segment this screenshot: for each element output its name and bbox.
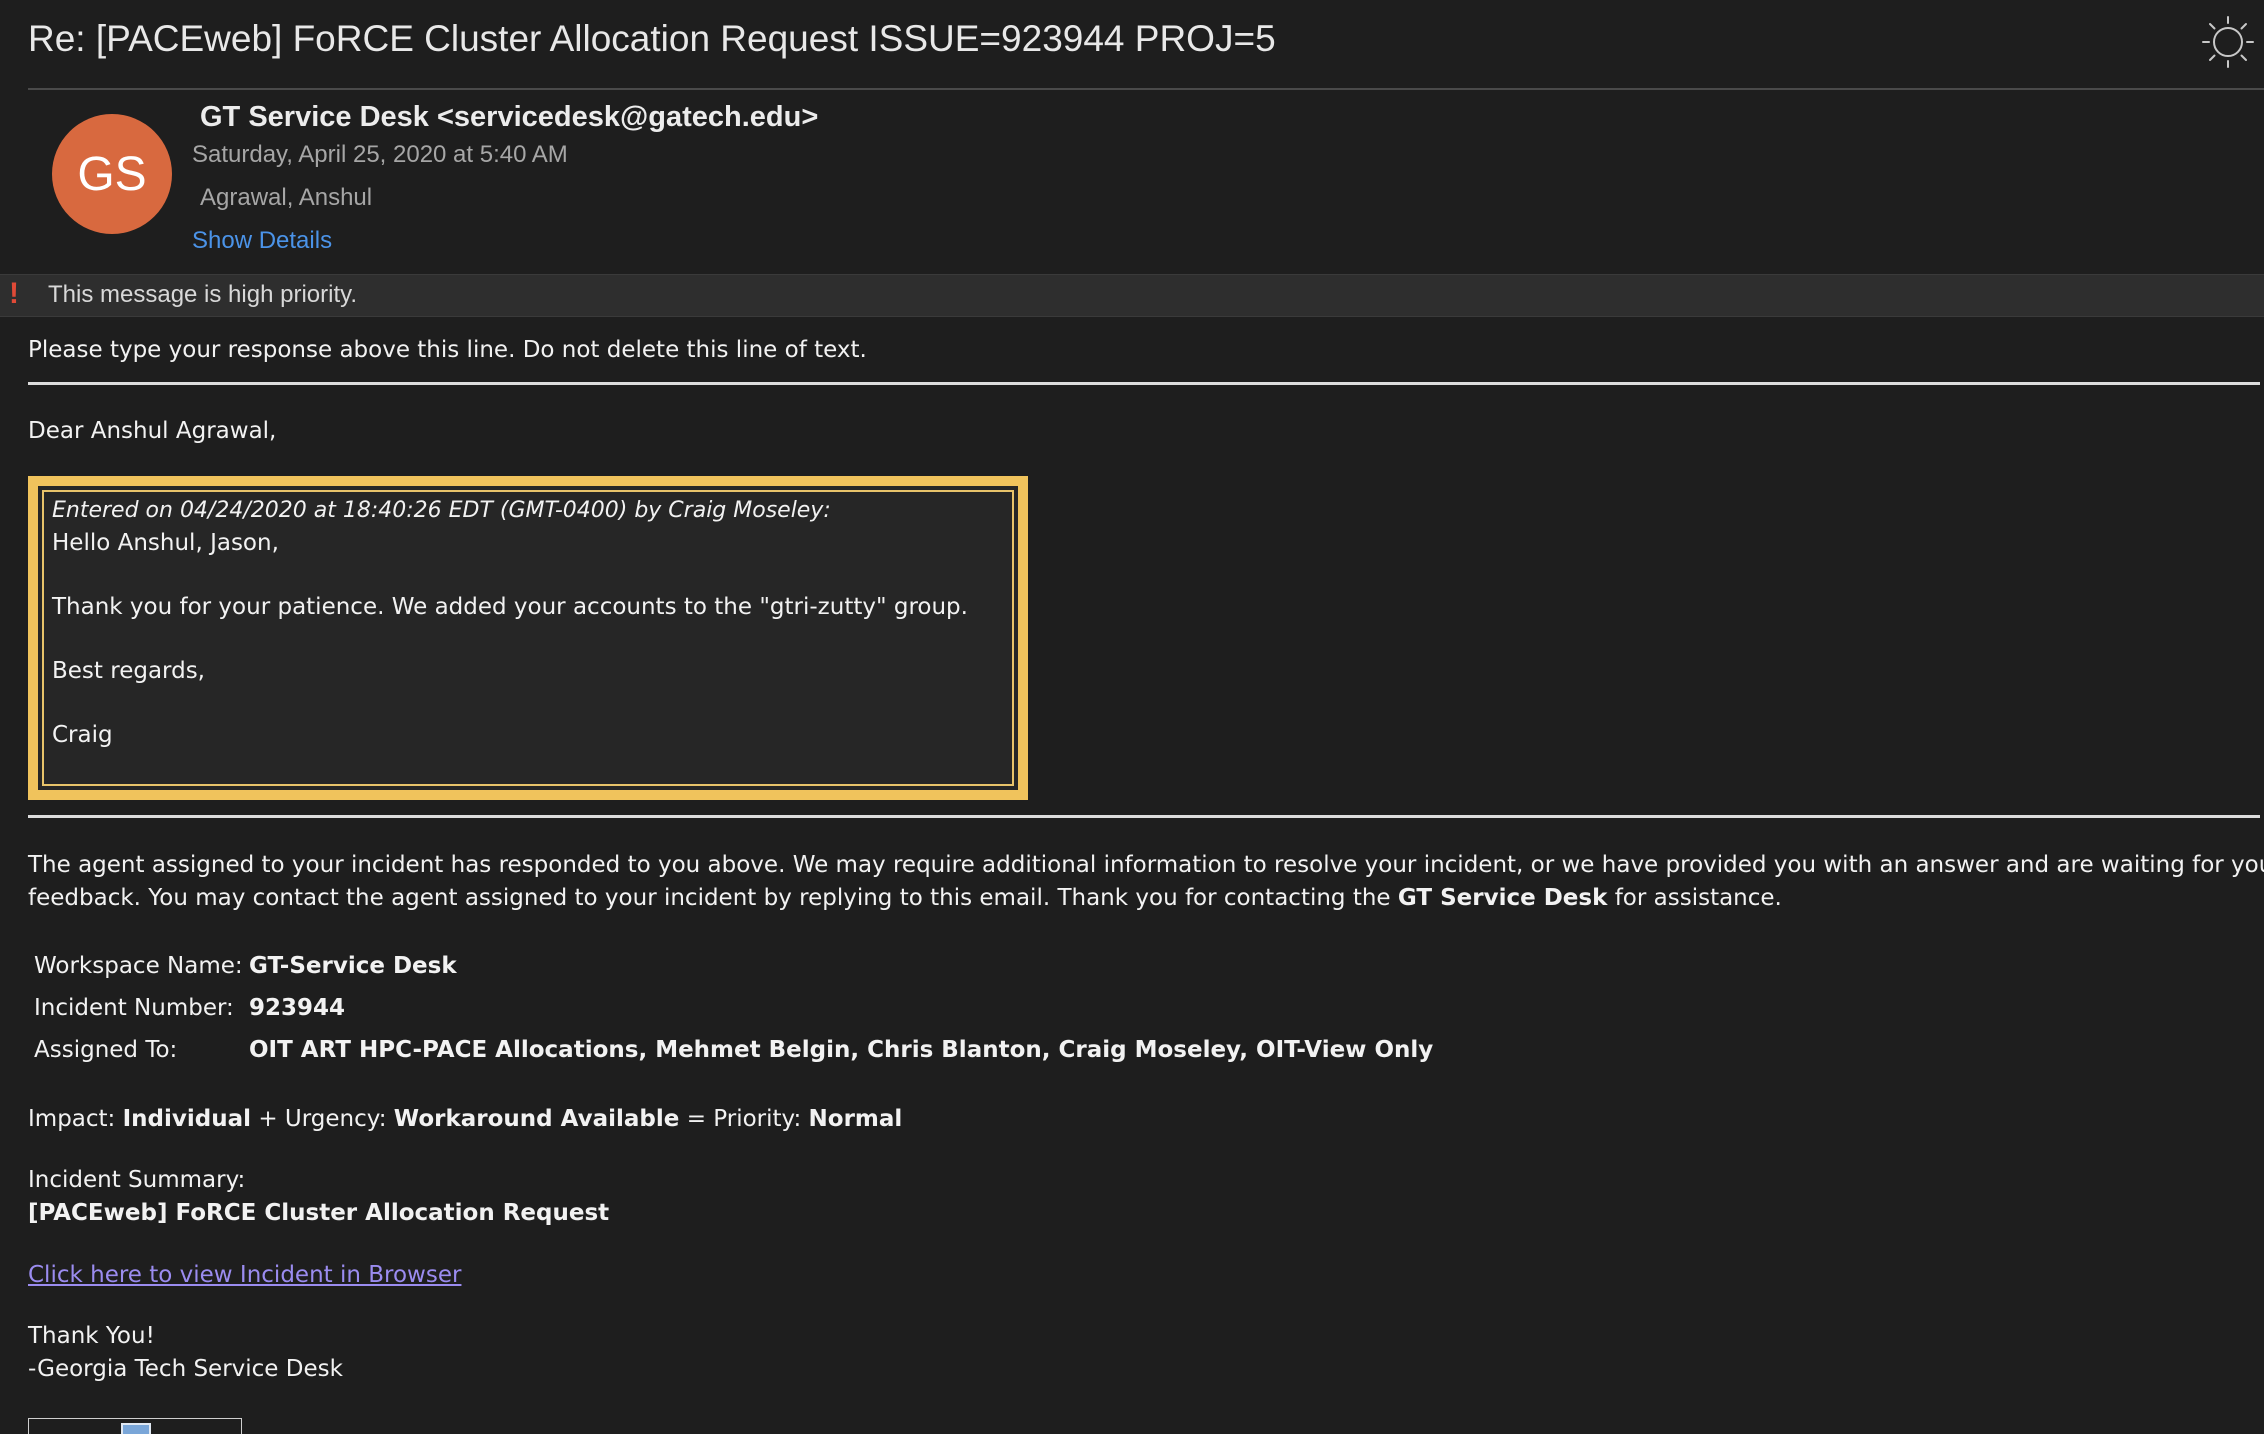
summary-label: Incident Summary: [28, 1167, 246, 1193]
greeting: Dear Anshul Agrawal, [28, 418, 277, 444]
reply-instruction: Please type your response above this lin… [28, 337, 867, 363]
avatar-initials: GS [77, 147, 147, 201]
priority-label: = Priority: [679, 1106, 809, 1132]
workspace-value: GT-Service Desk [249, 953, 457, 979]
reply-meta: Entered on 04/24/2020 at 18:40:26 EDT (G… [52, 498, 831, 523]
impact-label: Impact: [28, 1106, 123, 1132]
paragraph-text: for assistance. [1607, 885, 1782, 911]
image-placeholder-icon [121, 1423, 151, 1434]
assigned-to-value: OIT ART HPC-PACE Allocations, Mehmet Bel… [249, 1037, 1434, 1063]
incident-number-label: Incident Number: [34, 995, 234, 1021]
priority-banner: ! This message is high priority. [0, 274, 2264, 317]
agent-paragraph-line: feedback. You may contact the agent assi… [28, 885, 1782, 911]
impact-value: Individual [122, 1106, 252, 1132]
sent-date: Saturday, April 25, 2020 at 5:40 AM [192, 141, 568, 168]
divider [28, 382, 2260, 385]
view-incident-link[interactable]: Click here to view Incident in Browser [28, 1262, 461, 1288]
agent-reply-box: Entered on 04/24/2020 at 18:40:26 EDT (G… [28, 476, 1028, 800]
exclamation-icon: ! [9, 277, 19, 310]
reply-line: Hello Anshul, Jason, [52, 530, 279, 556]
reply-line: Best regards, [52, 658, 205, 684]
avatar: GS [52, 114, 172, 234]
show-details-link[interactable]: Show Details [192, 227, 332, 255]
divider [28, 815, 2260, 818]
recipient[interactable]: Agrawal, Anshul [200, 184, 372, 212]
agent-reply-inner: Entered on 04/24/2020 at 18:40:26 EDT (G… [42, 490, 1014, 786]
paragraph-text: feedback. You may contact the agent assi… [28, 885, 1398, 911]
service-desk-name: GT Service Desk [1397, 885, 1608, 911]
subject-bar: Re: [PACEweb] FoRCE Cluster Allocation R… [28, 0, 2264, 90]
urgency-value: Workaround Available [393, 1106, 680, 1132]
urgency-label: + Urgency: [251, 1106, 394, 1132]
reply-line: Craig [52, 722, 113, 748]
priority-text: This message is high priority. [48, 281, 357, 308]
email-subject: Re: [PACEweb] FoRCE Cluster Allocation R… [28, 18, 1276, 59]
priority-value: Normal [808, 1106, 903, 1132]
incident-number-value: 923944 [249, 995, 346, 1021]
agent-paragraph-line: The agent assigned to your incident has … [28, 852, 2264, 878]
assigned-to-label: Assigned To: [34, 1037, 178, 1063]
logo-image [28, 1418, 242, 1434]
workspace-label: Workspace Name: [34, 953, 243, 979]
impact-line: Impact: Individual + Urgency: Workaround… [28, 1106, 902, 1132]
reply-line: Thank you for your patience. We added yo… [52, 594, 968, 620]
sun-icon[interactable] [2200, 14, 2256, 70]
sender-name[interactable]: GT Service Desk <servicedesk@gatech.edu> [200, 101, 818, 134]
signature: -Georgia Tech Service Desk [28, 1356, 343, 1382]
summary-value: [PACEweb] FoRCE Cluster Allocation Reque… [28, 1200, 610, 1226]
thanks-text: Thank You! [28, 1323, 155, 1349]
